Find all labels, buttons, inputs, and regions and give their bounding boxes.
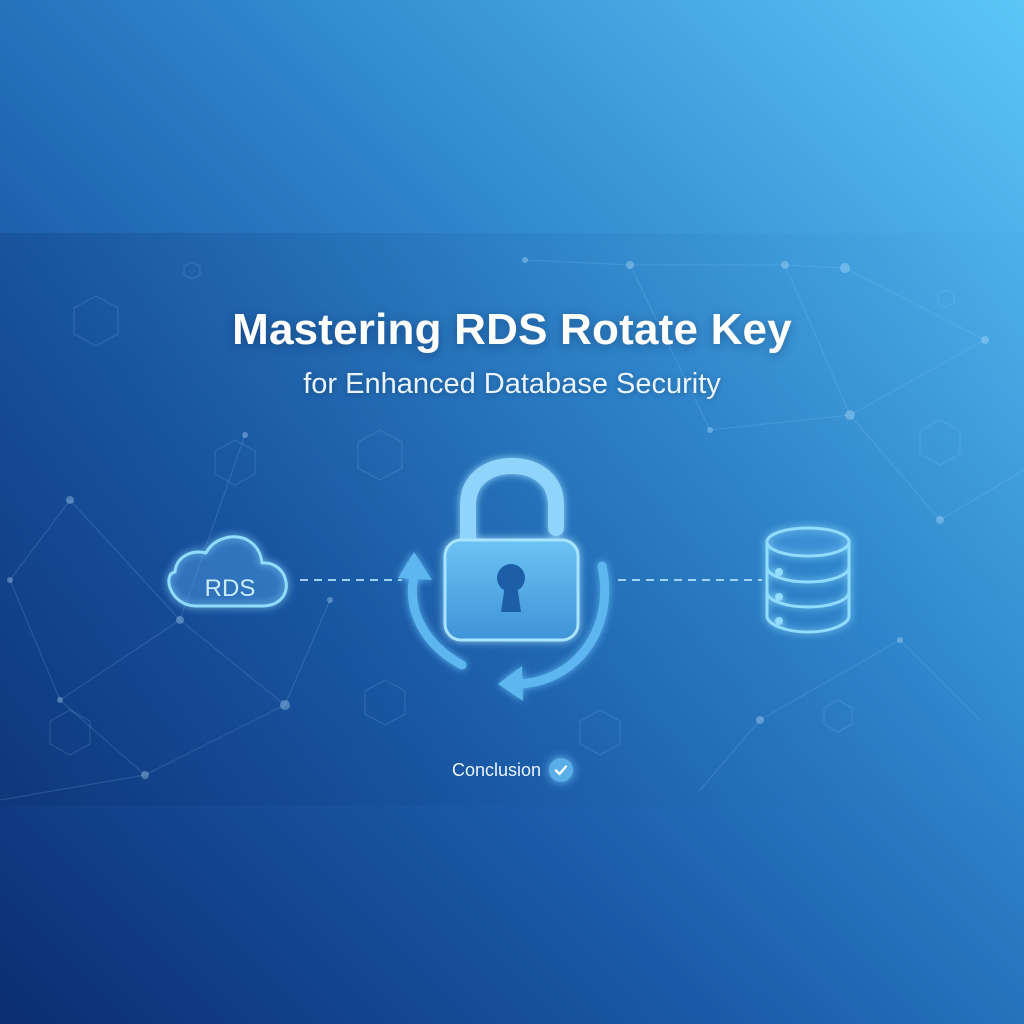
conclusion-text: Conclusion <box>452 759 542 780</box>
banner: Mastering RDS Rotate Key for Enhanced Da… <box>0 0 1024 1024</box>
key-rotation-diagram: RDS <box>167 457 851 701</box>
conclusion-label: Conclusion <box>452 757 574 783</box>
cloud-label: RDS <box>205 575 256 602</box>
padlock-icon <box>443 457 580 642</box>
database-icon <box>765 526 851 634</box>
check-icon <box>549 758 574 782</box>
